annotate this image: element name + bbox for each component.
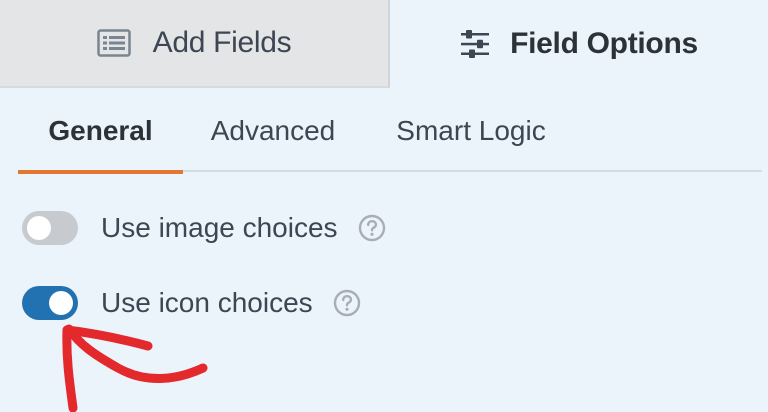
question-icon[interactable]: [358, 214, 386, 242]
image-choices-toggle[interactable]: [22, 211, 78, 245]
tab-add-fields[interactable]: Add Fields: [0, 0, 390, 88]
question-icon[interactable]: [333, 289, 361, 317]
tab-smart-logic[interactable]: Smart Logic: [386, 88, 556, 172]
option-row-image-choices: Use image choices: [22, 208, 386, 248]
tab-field-options-label: Field Options: [510, 27, 698, 60]
sliders-icon: [460, 30, 490, 58]
options-sub-tabs: General Advanced Smart Logic: [18, 88, 762, 174]
icon-choices-label: Use icon choices: [101, 287, 313, 318]
image-choices-label: Use image choices: [101, 212, 338, 243]
icon-choices-toggle[interactable]: [22, 286, 78, 320]
toggle-knob: [27, 216, 51, 240]
tab-field-options[interactable]: Field Options: [390, 0, 768, 88]
option-row-icon-choices: Use icon choices: [22, 283, 361, 323]
tab-general[interactable]: General: [18, 88, 183, 174]
tab-advanced[interactable]: Advanced: [203, 88, 343, 172]
list-icon: [96, 29, 131, 57]
field-options-panel: Add Fields Field Options General Advance…: [0, 0, 768, 412]
toggle-knob: [49, 291, 73, 315]
panel-tabs: Add Fields Field Options: [0, 0, 768, 88]
tab-add-fields-label: Add Fields: [152, 26, 292, 59]
